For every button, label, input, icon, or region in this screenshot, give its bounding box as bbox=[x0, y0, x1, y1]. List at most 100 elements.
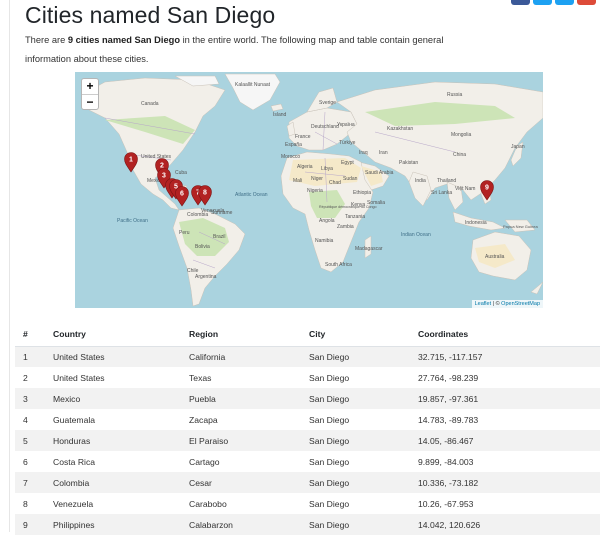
zoom-out-button[interactable]: − bbox=[82, 94, 98, 109]
column-header-country: Country bbox=[52, 323, 188, 347]
cell-region: Zacapa bbox=[189, 414, 218, 425]
map-label-japan: Japan bbox=[511, 144, 525, 150]
map-label-iceland: Ísland bbox=[273, 111, 287, 118]
map-label-zambia: Zambia bbox=[337, 224, 354, 230]
map-label-indian-ocean: Indian Ocean bbox=[401, 232, 431, 238]
map-label-pacific-ocean: Pacific Ocean bbox=[117, 218, 148, 224]
map-label-vietnam: Việt Nam bbox=[455, 186, 475, 192]
table-row: 6 Costa Rica Cartago San Diego 9.899, -8… bbox=[15, 451, 600, 472]
table-row: 3 Mexico Puebla San Diego 19.857, -97.36… bbox=[15, 388, 600, 409]
column-header-coordinates: Coordinates bbox=[417, 323, 600, 347]
leaflet-link[interactable]: Leaflet bbox=[475, 301, 492, 307]
map-label-brazil: Brazil bbox=[213, 234, 226, 240]
svg-text:6: 6 bbox=[180, 191, 184, 198]
table-header-row: # Country Region City Coordinates bbox=[15, 323, 600, 347]
map-label-indonesia: Indonesia bbox=[465, 220, 487, 226]
map-label-angola: Angola bbox=[319, 218, 335, 224]
world-map[interactable]: + − Russia Canada United States Mexico C… bbox=[75, 72, 543, 308]
cell-region: California bbox=[189, 351, 226, 362]
cell-coordinates: 32.715, -117.157 bbox=[418, 351, 483, 362]
table-row: 7 Colombia Cesar San Diego 10.336, -73.1… bbox=[15, 472, 600, 493]
map-label-france: France bbox=[295, 134, 311, 140]
svg-text:9: 9 bbox=[485, 185, 489, 192]
map-label-ukraine: Україна bbox=[337, 122, 355, 128]
table-row: 8 Venezuela Carabobo San Diego 10.26, -6… bbox=[15, 493, 600, 514]
share-button[interactable] bbox=[555, 0, 574, 5]
cell-city: San Diego bbox=[309, 393, 350, 404]
map-label-suriname: Suriname bbox=[211, 210, 233, 216]
map-label-algeria: Algeria bbox=[297, 164, 313, 170]
cell-coordinates: 10.336, -73.182 bbox=[418, 477, 479, 488]
cell-city: San Diego bbox=[309, 372, 350, 383]
cell-coordinates: 9.899, -84.003 bbox=[418, 456, 474, 467]
cell-region: El Paraiso bbox=[189, 435, 229, 446]
share-buttons bbox=[511, 0, 596, 5]
map-attribution: Leaflet | © OpenStreetMap bbox=[471, 300, 543, 308]
zoom-in-button[interactable]: + bbox=[82, 79, 98, 94]
map-label-chad: Chad bbox=[329, 180, 341, 186]
map-label-united-states: United States bbox=[141, 154, 172, 160]
cell-city: San Diego bbox=[309, 414, 350, 425]
cell-number: 4 bbox=[23, 414, 28, 425]
map-label-atlantic-ocean: Atlantic Ocean bbox=[235, 192, 268, 198]
cell-country: Honduras bbox=[53, 435, 91, 446]
map-label-kazakhstan: Kazakhstan bbox=[387, 126, 413, 132]
map-label-argentina: Argentina bbox=[195, 274, 217, 280]
map-label-thailand: Thailand bbox=[437, 178, 456, 184]
cell-number: 3 bbox=[23, 393, 28, 404]
map-label-namibia: Namibia bbox=[315, 238, 334, 244]
twitter-share-button[interactable] bbox=[533, 0, 552, 5]
cell-coordinates: 19.857, -97.361 bbox=[418, 393, 479, 404]
svg-text:1: 1 bbox=[129, 157, 133, 164]
map-label-mali: Mali bbox=[293, 178, 302, 184]
column-header-city: City bbox=[308, 323, 417, 347]
cell-country: Mexico bbox=[53, 393, 81, 404]
column-header-region: Region bbox=[188, 323, 308, 347]
openstreetmap-link[interactable]: OpenStreetMap bbox=[501, 301, 540, 307]
cell-city: San Diego bbox=[309, 477, 350, 488]
table-row: 4 Guatemala Zacapa San Diego 14.783, -89… bbox=[15, 409, 600, 430]
map-label-nigeria: Nigeria bbox=[307, 188, 323, 194]
intro-count: 9 cities named San Diego bbox=[67, 35, 181, 45]
map-label-iraq: Iraq bbox=[359, 150, 368, 156]
cell-coordinates: 14.05, -86.467 bbox=[418, 435, 474, 446]
cell-country: Guatemala bbox=[53, 414, 96, 425]
cell-number: 2 bbox=[23, 372, 28, 383]
map-label-dr-congo: République démocratique du Congo bbox=[319, 205, 377, 209]
map-label-mongolia: Mongolia bbox=[451, 132, 472, 138]
attribution-separator: | © bbox=[491, 301, 502, 307]
cell-coordinates: 10.26, -67.953 bbox=[418, 498, 474, 509]
cell-region: Cartago bbox=[189, 456, 220, 467]
cell-coordinates: 14.783, -89.783 bbox=[418, 414, 479, 425]
map-label-turkey: Türkiye bbox=[339, 140, 356, 146]
cell-city: San Diego bbox=[309, 435, 350, 446]
table-row: 5 Honduras El Paraiso San Diego 14.05, -… bbox=[15, 430, 600, 451]
cell-city: San Diego bbox=[309, 498, 350, 509]
map-label-cuba: Cuba bbox=[175, 170, 187, 176]
cell-coordinates: 27.764, -98.239 bbox=[418, 372, 479, 383]
map-label-egypt: Egypt bbox=[341, 160, 354, 166]
map-label-germany: Deutschland bbox=[311, 124, 339, 130]
cell-number: 5 bbox=[23, 435, 28, 446]
map-label-ethiopia: Ethiopia bbox=[353, 190, 371, 196]
cell-number: 7 bbox=[23, 477, 28, 488]
map-marker-8[interactable]: 8 bbox=[198, 185, 212, 206]
map-label-australia: Australia bbox=[485, 254, 505, 260]
map-label-canada: Canada bbox=[141, 101, 159, 107]
map-label-china: China bbox=[453, 152, 466, 158]
map-marker-6[interactable]: 6 bbox=[175, 186, 189, 207]
column-header-number: # bbox=[15, 323, 52, 347]
cell-region: Puebla bbox=[189, 393, 216, 404]
map-label-sweden: Sverige bbox=[319, 100, 336, 106]
cell-country: United States bbox=[53, 372, 105, 383]
page-left-rule bbox=[9, 0, 10, 532]
map-label-peru: Peru bbox=[179, 230, 190, 236]
cities-table: # Country Region City Coordinates 1 Unit… bbox=[15, 323, 600, 535]
map-label-papua: Papua New Guinea bbox=[503, 224, 538, 229]
map-label-russia: Russia bbox=[447, 92, 463, 98]
map-label-india: India bbox=[415, 178, 426, 184]
facebook-share-button[interactable] bbox=[511, 0, 530, 5]
map-label-spain: España bbox=[285, 142, 302, 148]
cell-city: San Diego bbox=[309, 351, 350, 362]
google-share-button[interactable] bbox=[577, 0, 596, 5]
